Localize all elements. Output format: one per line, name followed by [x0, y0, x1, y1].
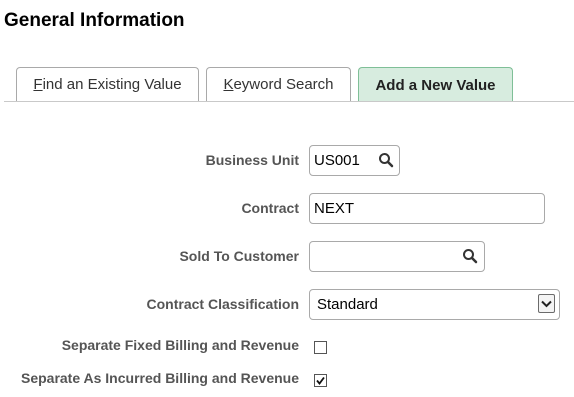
tab-label-find-existing-value: Find an Existing Value	[33, 76, 182, 93]
tab-label-add-new-value: Add a New Value	[375, 76, 496, 94]
chevron-down-icon[interactable]	[538, 294, 555, 313]
business-unit-value: US001	[314, 152, 360, 169]
business-unit-label: Business Unit	[205, 152, 299, 168]
tab-keyword-search[interactable]: Keyword Search	[206, 67, 351, 101]
contract-label: Contract	[241, 200, 299, 216]
separate-incurred-checkbox[interactable]	[314, 374, 327, 387]
page-title: General Information	[4, 10, 185, 31]
separate-fixed-label: Separate Fixed Billing and Revenue	[61, 337, 299, 353]
tab-add-new-value[interactable]: Add a New Value	[358, 67, 513, 102]
business-unit-field[interactable]: US001	[309, 145, 400, 176]
contract-field[interactable]: NEXT	[309, 193, 545, 224]
sold-to-customer-label: Sold To Customer	[179, 248, 299, 264]
contract-classification-label: Contract Classification	[146, 296, 299, 312]
tab-divider	[4, 101, 574, 102]
checkmark-icon	[316, 376, 325, 385]
contract-classification-value: Standard	[317, 296, 378, 313]
separate-incurred-label: Separate As Incurred Billing and Revenue	[20, 370, 299, 386]
search-icon[interactable]	[378, 152, 394, 168]
contract-classification-select[interactable]: Standard	[309, 289, 560, 320]
tab-find-existing-value[interactable]: Find an Existing Value	[16, 67, 199, 101]
contract-value: NEXT	[314, 200, 355, 217]
search-icon[interactable]	[462, 248, 478, 264]
sold-to-customer-field[interactable]	[309, 241, 485, 272]
separate-fixed-checkbox[interactable]	[314, 341, 327, 354]
tab-label-keyword-search: Keyword Search	[223, 76, 334, 93]
